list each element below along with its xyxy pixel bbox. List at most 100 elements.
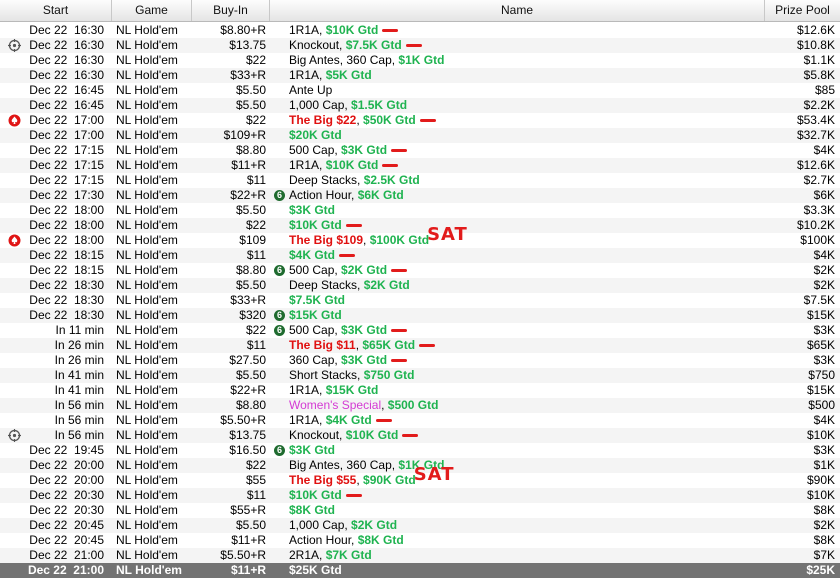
buy-in: $55 [245,473,266,487]
table-row[interactable]: In 41 min NL Hold'em $5.50 Short Stacks, $7… [0,368,840,383]
guarantee: $7.5K Gtd [289,293,346,307]
table-row[interactable]: Dec 22 17:15 NL Hold'em $11 Deep Stacks, $2… [0,173,840,188]
table-row[interactable]: Dec 22 16:30 NL Hold'em $33+R 1R1A, $5K Gtd… [0,68,840,83]
tournament-name: $25K Gtd [289,563,759,578]
buy-in: $5.50 [235,278,266,292]
column-header-start[interactable]: Start [0,0,112,21]
six-max-badge-icon: 6 [274,325,285,336]
table-row[interactable]: Dec 22 17:00 NL Hold'em $109+R $20K Gtd $32.… [0,128,840,143]
tournament-name: Women's Special, $500 Gtd [289,398,439,412]
start-time: Dec 22 18:15 [29,263,104,277]
table-row[interactable]: Dec 22 18:15 NL Hold'em $11 $4K Gtd $4K [0,248,840,263]
guarantee: $5K Gtd [325,68,372,82]
red-dash-annotation [391,149,408,152]
start-time: In 41 min [54,383,104,397]
table-row[interactable]: In 26 min NL Hold'em $27.50 360 Cap, $3K Gt… [0,353,840,368]
tournament-name: 1R1A, $10K Gtd [289,158,759,173]
table-row[interactable]: In 26 min NL Hold'em $11 The Big $11, $65K … [0,338,840,353]
table-row[interactable]: Dec 22 20:30 NL Hold'em $55+R $8K Gtd $8K [0,503,840,518]
table-row[interactable]: Dec 22 17:30 NL Hold'em $22+R 6 Action Hour,… [0,188,840,203]
table-row[interactable]: Dec 22 20:45 NL Hold'em $11+R Action Hour, … [0,533,840,548]
red-dash-annotation [382,164,399,167]
table-row[interactable]: Dec 22 16:30 NL Hold'em $13.75 Knockout, $7… [0,38,840,53]
start-time: Dec 22 18:00 [29,203,104,217]
table-row[interactable]: In 11 min NL Hold'em $22 6 500 Cap, $3K Gtd $… [0,323,840,338]
table-row[interactable]: In 56 min NL Hold'em $13.75 Knockout, $10K … [0,428,840,443]
name-prefix: 500 Cap, [289,263,342,277]
red-dash-annotation [382,29,399,32]
table-row[interactable]: In 41 min NL Hold'em $22+R 1R1A, $15K Gtd $1… [0,383,840,398]
tournament-name: Big Antes, 360 Cap, $1K Gtd [289,458,759,473]
table-row[interactable]: In 56 min NL Hold'em $8.80 Women's Special,… [0,398,840,413]
guarantee: $15K Gtd [325,383,379,397]
prize-pool: $5.8K [803,68,835,82]
guarantee: $10K Gtd [325,23,379,37]
table-row[interactable]: Dec 22 16:45 NL Hold'em $5.50 Ante Up $85 [0,83,840,98]
table-row[interactable]: Dec 22 21:00 NL Hold'em $11+R $25K Gtd $25K [0,563,840,578]
table-row[interactable]: Dec 22 18:00 NL Hold'em $109 The Big $109, … [0,226,840,248]
start-time: Dec 22 16:30 [29,38,104,52]
table-row[interactable]: Dec 22 19:45 NL Hold'em $16.50 6 $3K Gtd $3K [0,443,840,458]
buy-in: $109 [239,233,266,247]
table-row[interactable]: Dec 22 20:00 NL Hold'em $55 The Big $55, $9… [0,466,840,488]
name-prefix: 2R1A, [289,548,326,562]
guarantee: $3K Gtd [289,443,336,457]
table-row[interactable]: Dec 22 18:30 NL Hold'em $320 6 $15K Gtd $15K [0,308,840,323]
start-time: Dec 22 20:30 [29,488,104,502]
start-time: Dec 22 17:00 [29,113,104,127]
table-row[interactable]: Dec 22 17:15 NL Hold'em $8.80 500 Cap, $3K … [0,143,840,158]
tournament-name: 2R1A, $7K Gtd [289,548,759,563]
start-time: Dec 22 20:00 [29,458,104,472]
buy-in: $8.80 [235,263,266,277]
table-row[interactable]: Dec 22 20:45 NL Hold'em $5.50 1,000 Cap, $2… [0,518,840,533]
name-prefix: 1R1A, [289,68,326,82]
buy-in: $5.50 [235,518,266,532]
table-row[interactable]: Dec 22 18:30 NL Hold'em $5.50 Deep Stacks, … [0,278,840,293]
column-header-name[interactable]: Name [270,0,765,21]
start-time: In 56 min [54,398,104,412]
table-row[interactable]: Dec 22 16:45 NL Hold'em $5.50 1,000 Cap, $1… [0,98,840,113]
table-row[interactable]: Dec 22 17:00 NL Hold'em $22 The Big $22, $5… [0,113,840,128]
table-row[interactable]: Dec 22 17:15 NL Hold'em $11+R 1R1A, $10K Gt… [0,158,840,173]
buy-in: $22 [245,53,266,67]
start-time: Dec 22 20:30 [29,503,104,517]
table-row[interactable]: Dec 22 18:30 NL Hold'em $33+R $7.5K Gtd $7.5… [0,293,840,308]
name-prefix: 500 Cap, [289,323,342,337]
prize-pool: $2K [813,278,835,292]
column-header-prize-pool[interactable]: Prize Pool [765,0,840,21]
buy-in: $11 [246,338,266,352]
table-row[interactable]: In 56 min NL Hold'em $5.50+R 1R1A, $4K Gtd $… [0,413,840,428]
table-row[interactable]: Dec 22 18:00 NL Hold'em $22 $10K Gtd $10.2K [0,218,840,233]
table-row[interactable]: Dec 22 16:30 NL Hold'em $22 Big Antes, 360 … [0,53,840,68]
start-time: Dec 22 17:15 [29,143,104,157]
buy-in: $5.50 [235,203,266,217]
guarantee: $1.5K Gtd [351,98,408,112]
prize-pool: $3.3K [803,203,835,217]
table-row[interactable]: Dec 22 21:00 NL Hold'em $5.50+R 2R1A, $7K G… [0,548,840,563]
six-max-badge-icon: 6 [274,310,285,321]
table-row[interactable]: Dec 22 18:15 NL Hold'em $8.80 6 500 Cap, $2K… [0,263,840,278]
buy-in: $320 [239,308,266,322]
buy-in: $11 [246,488,266,502]
name-prefix: Big Antes, 360 Cap, [289,458,399,472]
start-time: Dec 22 16:45 [29,83,104,97]
start-time: Dec 22 20:45 [29,533,104,547]
tournament-name: Deep Stacks, $2K Gtd [289,278,759,293]
column-header-buyin[interactable]: Buy-In [192,0,270,21]
tournament-name: $3K Gtd [289,443,759,458]
table-row[interactable]: Dec 22 18:00 NL Hold'em $5.50 $3K Gtd $3.3K [0,203,840,218]
guarantee: $2K Gtd [341,263,388,277]
start-time: Dec 22 17:30 [29,188,104,202]
buy-in: $11+R [230,563,266,577]
table-row[interactable]: Dec 22 16:30 NL Hold'em $8.80+R 1R1A, $10K … [0,23,840,38]
buy-in: $11+R [231,533,266,547]
column-header-game[interactable]: Game [112,0,192,21]
table-row[interactable]: Dec 22 20:30 NL Hold'em $11 $10K Gtd $10K [0,488,840,503]
buy-in: $8.80 [235,143,266,157]
tournament-name: 1R1A, $4K Gtd [289,413,759,428]
guarantee: $10K Gtd [289,488,342,502]
featured-name: Women's Special [289,398,382,412]
red-dash-annotation [405,44,422,47]
featured-name: The Big $11 [289,338,356,352]
buy-in: $55+R [230,503,266,517]
